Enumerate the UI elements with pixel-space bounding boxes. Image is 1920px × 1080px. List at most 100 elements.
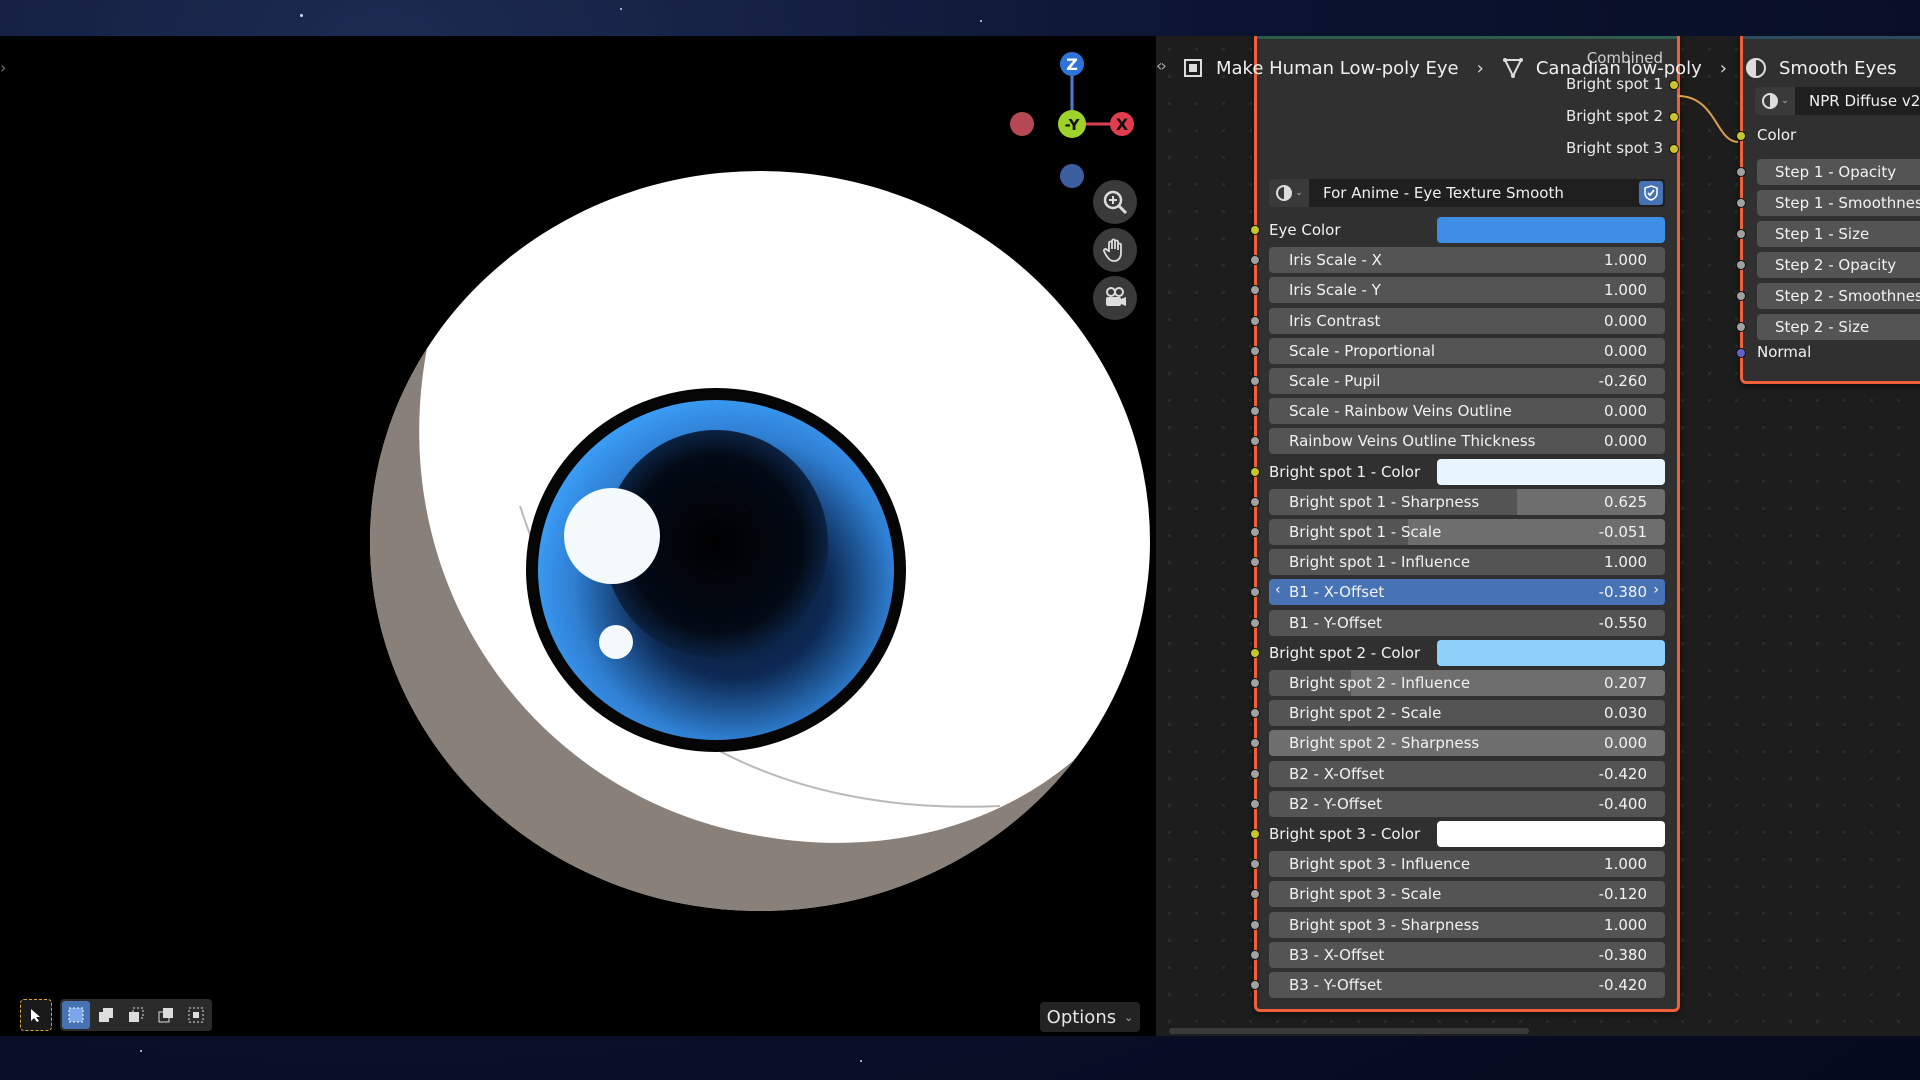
value-field[interactable]: Bright spot 3 - Influence 1.000	[1269, 851, 1665, 877]
value-field-value: 0.000	[1604, 402, 1647, 420]
breadcrumb-object[interactable]: Make Human Low-poly Eye	[1216, 58, 1459, 79]
input-socket[interactable]	[1250, 708, 1260, 718]
input-socket[interactable]	[1250, 557, 1260, 567]
value-field[interactable]: Scale - Proportional 0.000	[1269, 338, 1665, 364]
value-field-value: 0.207	[1604, 674, 1647, 692]
breadcrumb: Make Human Low-poly Eye › Canadian low-p…	[1182, 52, 1897, 84]
value-field[interactable]: Bright spot 1 - Sharpness 0.625	[1269, 489, 1665, 515]
horizontal-scrollbar[interactable]	[1169, 1028, 1529, 1034]
normal-input-socket[interactable]	[1736, 348, 1746, 358]
value-field[interactable]: ‹ › B1 - X-Offset -0.380	[1269, 579, 1665, 605]
color-swatch[interactable]	[1437, 459, 1665, 485]
input-socket[interactable]	[1250, 587, 1260, 597]
value-field-label: Iris Scale - Y	[1289, 281, 1381, 299]
input-socket[interactable]	[1250, 527, 1260, 537]
value-field[interactable]: Step 2 - Opacity	[1757, 252, 1920, 278]
value-field[interactable]: B2 - Y-Offset -0.400	[1269, 791, 1665, 817]
input-socket[interactable]	[1250, 316, 1260, 326]
color-input-label: Bright spot 3 - Color	[1269, 825, 1421, 843]
input-socket[interactable]	[1250, 376, 1260, 386]
value-field[interactable]: B3 - X-Offset -0.380	[1269, 942, 1665, 968]
input-socket[interactable]	[1250, 406, 1260, 416]
hand-pan-icon[interactable]	[1093, 228, 1137, 272]
star	[300, 14, 303, 17]
color-swatch[interactable]	[1437, 821, 1665, 847]
bright-spot-1	[564, 488, 660, 584]
value-field[interactable]: B2 - X-Offset -0.420	[1269, 761, 1665, 787]
value-field[interactable]: Iris Contrast 0.000	[1269, 308, 1665, 334]
gizmo-z-label: Z	[1066, 55, 1078, 74]
value-field[interactable]: Bright spot 2 - Sharpness 0.000	[1269, 730, 1665, 756]
value-field[interactable]: B3 - Y-Offset -0.420	[1269, 972, 1665, 998]
3d-viewport[interactable]: › Z X -Y Options ⌄	[0, 36, 1156, 1036]
input-socket[interactable]	[1250, 436, 1260, 446]
breadcrumb-separator-icon: ›	[1719, 57, 1727, 79]
value-field[interactable]: Step 2 - Smoothness	[1757, 283, 1920, 309]
value-field[interactable]: Step 2 - Size	[1757, 314, 1920, 340]
value-field[interactable]: Bright spot 2 - Influence 0.207	[1269, 670, 1665, 696]
input-socket[interactable]	[1736, 291, 1746, 301]
value-field-value: -0.051	[1598, 523, 1647, 541]
input-socket[interactable]	[1736, 322, 1746, 332]
value-field[interactable]: Bright spot 2 - Scale 0.030	[1269, 700, 1665, 726]
input-socket[interactable]	[1250, 346, 1260, 356]
star	[620, 8, 622, 10]
value-field[interactable]: B1 - Y-Offset -0.550	[1269, 610, 1665, 636]
input-socket[interactable]	[1250, 738, 1260, 748]
node-editor[interactable]: ‹› Combined ⌄ For Anime - Eye Texture Sm…	[1156, 36, 1920, 1036]
input-socket[interactable]	[1250, 950, 1260, 960]
options-dropdown[interactable]: Options ⌄	[1040, 1002, 1140, 1032]
value-field-value: 1.000	[1604, 281, 1647, 299]
value-field[interactable]: Rainbow Veins Outline Thickness 0.000	[1269, 428, 1665, 454]
value-field-value: -0.260	[1598, 372, 1647, 390]
value-field-value: 0.000	[1604, 734, 1647, 752]
color-swatch[interactable]	[1437, 640, 1665, 666]
input-socket[interactable]	[1250, 285, 1260, 295]
normal-input-label: Normal	[1757, 343, 1812, 361]
input-socket[interactable]	[1250, 889, 1260, 899]
select-new-icon[interactable]	[62, 1001, 90, 1029]
value-field-label: Bright spot 3 - Influence	[1289, 855, 1471, 873]
input-socket[interactable]	[1736, 260, 1746, 270]
value-field[interactable]: Scale - Pupil -0.260	[1269, 368, 1665, 394]
select-invert-icon[interactable]	[152, 1001, 180, 1029]
value-field-label: Bright spot 1 - Sharpness	[1289, 493, 1480, 511]
breadcrumb-mesh[interactable]: Canadian low-poly	[1536, 58, 1702, 79]
input-socket[interactable]	[1250, 678, 1260, 688]
input-socket[interactable]	[1250, 980, 1260, 990]
select-intersect-icon[interactable]	[182, 1001, 210, 1029]
select-cursor-icon[interactable]	[20, 999, 52, 1031]
decrement-arrow-icon[interactable]: ‹	[1275, 582, 1281, 598]
breadcrumb-material[interactable]: Smooth Eyes	[1779, 58, 1897, 79]
navigation-gizmo[interactable]: Z X -Y	[1000, 46, 1150, 196]
select-subtract-icon[interactable]	[122, 1001, 150, 1029]
input-socket[interactable]	[1250, 769, 1260, 779]
input-socket[interactable]	[1250, 467, 1260, 477]
value-field-value: -0.400	[1598, 795, 1647, 813]
camera-icon[interactable]	[1093, 276, 1137, 320]
value-field[interactable]: Scale - Rainbow Veins Outline 0.000	[1269, 398, 1665, 424]
input-socket[interactable]	[1250, 255, 1260, 265]
value-field[interactable]: Iris Scale - X 1.000	[1269, 247, 1665, 273]
value-field[interactable]: Bright spot 3 - Scale -0.120	[1269, 881, 1665, 907]
input-socket[interactable]	[1250, 859, 1260, 869]
input-socket[interactable]	[1250, 829, 1260, 839]
value-field[interactable]: Bright spot 3 - Sharpness 1.000	[1269, 912, 1665, 938]
value-field[interactable]: Bright spot 1 - Influence 1.000	[1269, 549, 1665, 575]
value-field-value: -0.420	[1598, 765, 1647, 783]
value-field-value: 0.000	[1604, 432, 1647, 450]
input-socket[interactable]	[1250, 497, 1260, 507]
value-field-label: B1 - X-Offset	[1289, 583, 1385, 601]
input-socket[interactable]	[1250, 920, 1260, 930]
input-socket[interactable]	[1250, 618, 1260, 628]
input-socket[interactable]	[1250, 799, 1260, 809]
value-field[interactable]: Iris Scale - Y 1.000	[1269, 277, 1665, 303]
value-field-label: Iris Scale - X	[1289, 251, 1382, 269]
value-field[interactable]: Bright spot 1 - Scale -0.051	[1269, 519, 1665, 545]
value-field-value: 1.000	[1604, 916, 1647, 934]
increment-arrow-icon[interactable]: ›	[1653, 582, 1659, 598]
value-field-label: B1 - Y-Offset	[1289, 614, 1383, 632]
input-socket[interactable]	[1250, 648, 1260, 658]
select-extend-icon[interactable]	[92, 1001, 120, 1029]
zoom-icon[interactable]	[1093, 180, 1137, 224]
